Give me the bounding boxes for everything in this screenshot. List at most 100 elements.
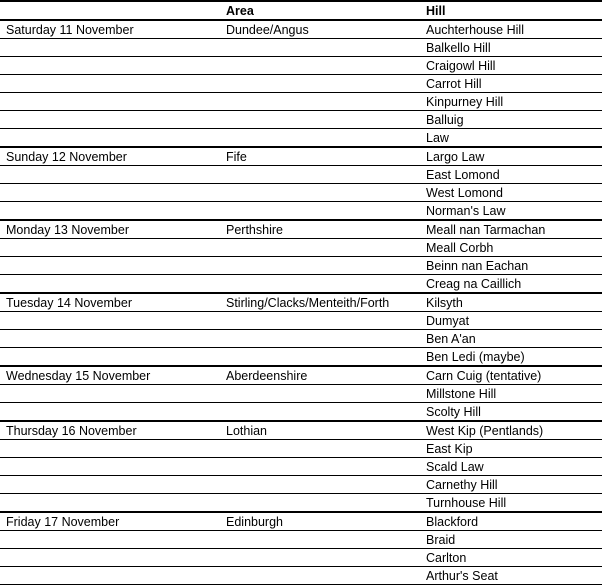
area-cell — [220, 458, 420, 476]
date-cell: Friday 17 November — [0, 512, 220, 531]
hill-cell: Balluig — [420, 111, 602, 129]
table-row: West Lomond — [0, 184, 602, 202]
hill-cell: Carnethy Hill — [420, 476, 602, 494]
hill-cell: Beinn nan Eachan — [420, 257, 602, 275]
area-cell — [220, 239, 420, 257]
table-row: Ben Ledi (maybe) — [0, 348, 602, 367]
table-row: Carnethy Hill — [0, 476, 602, 494]
date-cell — [0, 385, 220, 403]
table-row: Tuesday 14 NovemberStirling/Clacks/Mente… — [0, 293, 602, 312]
date-cell — [0, 549, 220, 567]
table-row: Monday 13 NovemberPerthshireMeall nan Ta… — [0, 220, 602, 239]
date-cell — [0, 93, 220, 111]
area-cell — [220, 549, 420, 567]
table-row: Kinpurney Hill — [0, 93, 602, 111]
hill-cell: Dumyat — [420, 312, 602, 330]
table-row: Millstone Hill — [0, 385, 602, 403]
hill-cell: Braid — [420, 531, 602, 549]
hill-cell: Carn Cuig (tentative) — [420, 366, 602, 385]
table-row: East Lomond — [0, 166, 602, 184]
date-cell — [0, 330, 220, 348]
table-row: Turnhouse Hill — [0, 494, 602, 513]
table-row: Balkello Hill — [0, 39, 602, 57]
hill-cell: Norman's Law — [420, 202, 602, 221]
table-row: Scald Law — [0, 458, 602, 476]
hill-cell: East Lomond — [420, 166, 602, 184]
table-row: Craigowl Hill — [0, 57, 602, 75]
date-cell — [0, 111, 220, 129]
hill-cell: Kinpurney Hill — [420, 93, 602, 111]
header-row: Area Hill — [0, 1, 602, 20]
area-cell: Stirling/Clacks/Menteith/Forth — [220, 293, 420, 312]
area-cell — [220, 257, 420, 275]
area-cell — [220, 531, 420, 549]
area-cell — [220, 476, 420, 494]
table-row: Braid — [0, 531, 602, 549]
hill-cell: Kilsyth — [420, 293, 602, 312]
table-row: Thursday 16 NovemberLothianWest Kip (Pen… — [0, 421, 602, 440]
table-row: Arthur's Seat — [0, 567, 602, 585]
date-cell: Monday 13 November — [0, 220, 220, 239]
area-cell: Fife — [220, 147, 420, 166]
table-row: Norman's Law — [0, 202, 602, 221]
hill-cell: Scolty Hill — [420, 403, 602, 422]
area-cell — [220, 93, 420, 111]
area-cell — [220, 385, 420, 403]
area-cell — [220, 184, 420, 202]
date-cell — [0, 348, 220, 367]
date-cell — [0, 129, 220, 148]
area-cell: Aberdeenshire — [220, 366, 420, 385]
hill-cell: Auchterhouse Hill — [420, 20, 602, 39]
date-cell — [0, 275, 220, 294]
date-cell: Wednesday 15 November — [0, 366, 220, 385]
table-row: Carrot Hill — [0, 75, 602, 93]
date-cell — [0, 184, 220, 202]
table-row: Wednesday 15 NovemberAberdeenshireCarn C… — [0, 366, 602, 385]
header-date — [0, 1, 220, 20]
date-cell — [0, 458, 220, 476]
table-row: East Kip — [0, 440, 602, 458]
hill-cell: East Kip — [420, 440, 602, 458]
hill-cell: Meall nan Tarmachan — [420, 220, 602, 239]
date-cell — [0, 57, 220, 75]
hill-cell: Millstone Hill — [420, 385, 602, 403]
hill-cell: Blackford — [420, 512, 602, 531]
table-row: Friday 17 NovemberEdinburghBlackford — [0, 512, 602, 531]
area-cell — [220, 57, 420, 75]
date-cell — [0, 166, 220, 184]
date-cell: Tuesday 14 November — [0, 293, 220, 312]
table-row: Saturday 11 NovemberDundee/AngusAuchterh… — [0, 20, 602, 39]
table-row: Ben A'an — [0, 330, 602, 348]
hill-cell: Arthur's Seat — [420, 567, 602, 585]
hill-cell: Carlton — [420, 549, 602, 567]
table-row: Balluig — [0, 111, 602, 129]
table-row: Sunday 12 NovemberFifeLargo Law — [0, 147, 602, 166]
table-row: Carlton — [0, 549, 602, 567]
area-cell — [220, 202, 420, 221]
hill-cell: Scald Law — [420, 458, 602, 476]
schedule-table: Area Hill Saturday 11 NovemberDundee/Ang… — [0, 0, 602, 585]
area-cell — [220, 403, 420, 422]
date-cell: Thursday 16 November — [0, 421, 220, 440]
hill-cell: Meall Corbh — [420, 239, 602, 257]
area-cell — [220, 440, 420, 458]
date-cell — [0, 403, 220, 422]
date-cell — [0, 257, 220, 275]
hill-cell: Creag na Caillich — [420, 275, 602, 294]
header-area: Area — [220, 1, 420, 20]
table-row: Law — [0, 129, 602, 148]
area-cell: Perthshire — [220, 220, 420, 239]
hill-cell: Carrot Hill — [420, 75, 602, 93]
area-cell — [220, 312, 420, 330]
hill-cell: West Lomond — [420, 184, 602, 202]
area-cell: Lothian — [220, 421, 420, 440]
area-cell — [220, 129, 420, 148]
date-cell — [0, 239, 220, 257]
table-row: Meall Corbh — [0, 239, 602, 257]
hill-cell: Turnhouse Hill — [420, 494, 602, 513]
hill-cell: Law — [420, 129, 602, 148]
hill-cell: Balkello Hill — [420, 39, 602, 57]
area-cell — [220, 166, 420, 184]
date-cell — [0, 202, 220, 221]
hill-cell: Ben A'an — [420, 330, 602, 348]
